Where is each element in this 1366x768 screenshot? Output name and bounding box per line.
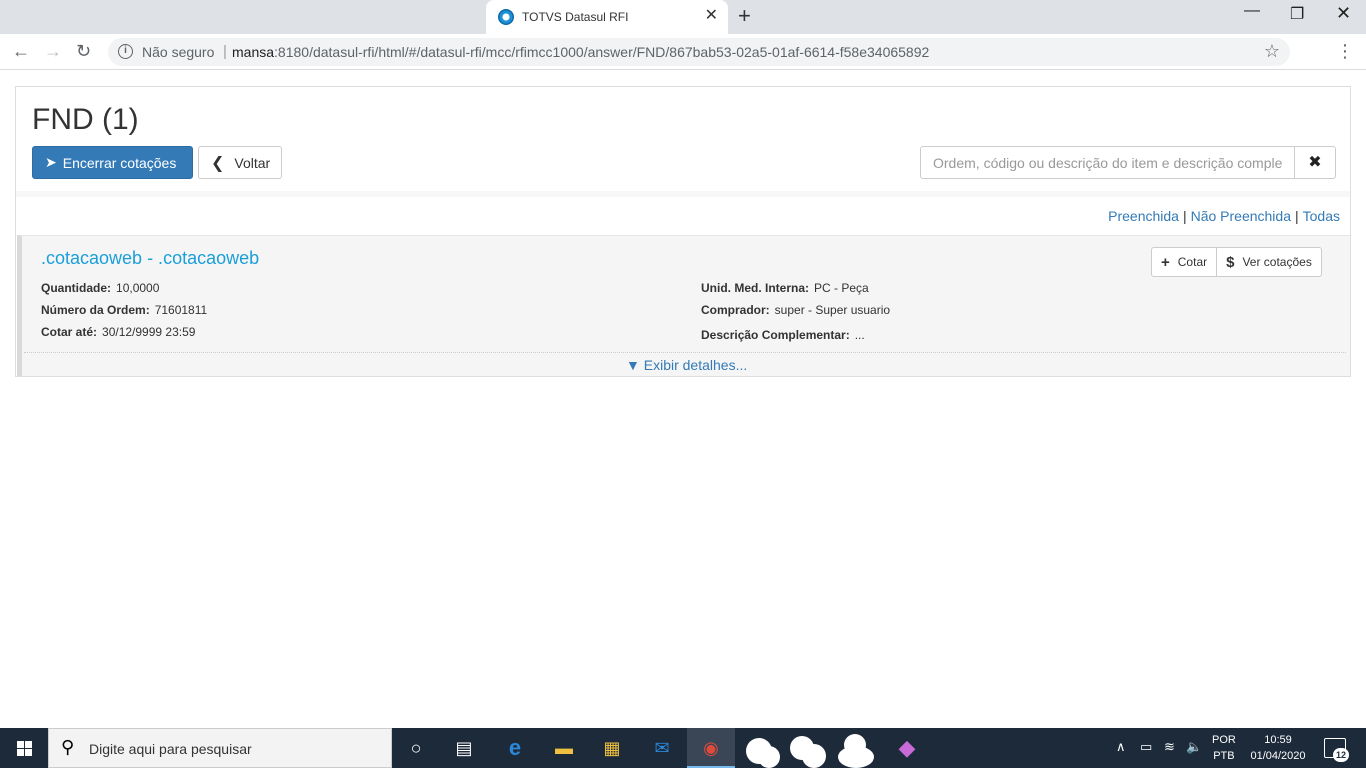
notification-count-badge: 12 <box>1333 748 1349 762</box>
bookmark-star-icon[interactable]: ☆ <box>1264 41 1280 62</box>
chevron-left-icon: ❮ <box>211 154 225 172</box>
quote-until-label: Cotar até: <box>41 325 98 339</box>
url-text[interactable]: mansa:8180/datasul-rfi/html/#/datasul-rf… <box>232 44 929 60</box>
quote-until-field: Cotar até: 30/12/9999 23:59 <box>41 325 195 339</box>
order-value: 71601811 <box>154 303 208 317</box>
buyer-value: super - Super usuario <box>774 303 891 317</box>
show-details-link[interactable]: ▼ Exibir detalhes... <box>626 357 747 373</box>
clock-date: 01/04/2020 <box>1250 750 1306 762</box>
clear-search-icon[interactable]: ✖ <box>1294 146 1336 179</box>
search-icon: ⚲ <box>61 737 75 757</box>
filter-links: Preenchida | Não Preenchida | Todas <box>1108 208 1340 224</box>
unit-value: PC - Peça <box>814 281 869 295</box>
search-input[interactable] <box>920 146 1295 179</box>
url-path: :8180/datasul-rfi/html/#/datasul-rfi/mcc… <box>274 44 930 60</box>
battery-icon[interactable]: ▭ <box>1140 739 1152 755</box>
buyer-field: Comprador: super - Super usuario <box>701 303 890 317</box>
view-quotes-button[interactable]: $ Ver cotações <box>1217 247 1322 277</box>
buyer-label: Comprador: <box>701 303 770 317</box>
task-view-icon[interactable]: ▤ <box>452 736 476 760</box>
tab-title: TOTVS Datasul RFI <box>522 10 629 24</box>
quote-button[interactable]: + Cotar <box>1151 247 1218 277</box>
close-quotes-label: Encerrar cotações <box>62 154 177 171</box>
description-field: Descrição Complementar:... <box>701 328 865 342</box>
item-actions: + Cotar $ Ver cotações <box>1151 247 1322 277</box>
quantity-value: 10,0000 <box>116 281 160 295</box>
tray-chevron-up-icon[interactable]: ∧ <box>1116 739 1126 755</box>
order-label: Número da Ordem: <box>41 303 150 317</box>
filter-filled-link[interactable]: Preenchida <box>1108 208 1179 224</box>
chrome-icon: ◉ <box>703 738 719 758</box>
filter-not-filled-link[interactable]: Não Preenchida <box>1191 208 1291 224</box>
keyboard-layout: PTB <box>1213 750 1235 762</box>
main-panel: FND (1) ➤ Encerrar cotações ❮ Voltar ✖ P… <box>15 86 1351 377</box>
edge-icon[interactable]: e <box>503 736 527 760</box>
close-window-icon[interactable]: ✕ <box>1336 3 1351 24</box>
security-label[interactable]: Não seguro <box>142 44 214 60</box>
taskbar: ⚲ Digite aqui para pesquisar ○ ▤ e ▬ ▦ ✉… <box>0 728 1366 768</box>
back-arrow-icon[interactable]: ← <box>12 40 30 62</box>
unit-label: Unid. Med. Interna: <box>701 281 809 295</box>
quantity-label: Quantidade: <box>41 281 112 295</box>
url-host: mansa <box>232 44 275 60</box>
paint-icon[interactable]: ◆ <box>895 736 919 760</box>
volume-icon[interactable]: 🔈 <box>1186 739 1202 755</box>
minimize-icon[interactable]: — <box>1244 2 1260 20</box>
language-indicator[interactable]: POR PTB <box>1212 732 1236 764</box>
app-cloud-icon[interactable] <box>790 732 828 768</box>
wifi-icon[interactable]: ≋ <box>1164 739 1175 755</box>
app-cloud-icon[interactable] <box>838 732 876 768</box>
info-icon[interactable]: i <box>118 44 133 59</box>
chrome-taskbar-button[interactable]: ◉ <box>687 728 735 768</box>
windows-start-icon[interactable] <box>0 728 48 768</box>
quote-label: Cotar <box>1177 255 1208 269</box>
back-button[interactable]: ❮ Voltar <box>198 146 282 179</box>
forward-arrow-icon[interactable]: → <box>44 40 62 62</box>
quote-until-value: 30/12/9999 23:59 <box>102 325 196 339</box>
quote-item: .cotacaoweb - .cotacaoweb + Cotar $ Ver … <box>17 235 1350 376</box>
header-divider <box>16 191 1350 197</box>
filter-all-link[interactable]: Todas <box>1303 208 1340 224</box>
back-label: Voltar <box>234 154 271 171</box>
browser-tab[interactable]: TOTVS Datasul RFI ✕ <box>486 0 728 34</box>
store-icon[interactable]: ▦ <box>600 736 624 760</box>
clock-time: 10:59 <box>1264 734 1292 746</box>
taskbar-search-box[interactable]: ⚲ Digite aqui para pesquisar <box>48 728 392 768</box>
cortana-icon[interactable]: ○ <box>404 736 428 760</box>
restore-icon[interactable]: ❐ <box>1290 4 1304 24</box>
browser-tab-bar: TOTVS Datasul RFI ✕ + — ❐ ✕ <box>0 0 1366 34</box>
tab-close-icon[interactable]: ✕ <box>705 7 718 25</box>
description-label: Descrição Complementar: <box>701 328 850 342</box>
close-quotes-button[interactable]: ➤ Encerrar cotações <box>32 146 193 179</box>
mail-icon[interactable]: ✉ <box>650 736 674 760</box>
taskbar-search-text: Digite aqui para pesquisar <box>89 741 252 757</box>
quantity-field: Quantidade: 10,0000 <box>41 281 159 295</box>
filter-separator: | <box>1295 208 1299 224</box>
language-code: POR <box>1212 734 1236 746</box>
view-quotes-label: Ver cotações <box>1242 255 1312 269</box>
item-title[interactable]: .cotacaoweb - .cotacaoweb <box>41 248 259 269</box>
site-favicon-icon <box>498 9 514 25</box>
item-divider <box>24 352 1346 353</box>
filter-separator: | <box>1182 208 1187 224</box>
plus-icon: + <box>1161 253 1170 271</box>
order-field: Número da Ordem: 71601811 <box>41 303 207 317</box>
new-tab-icon[interactable]: + <box>738 4 751 28</box>
reload-icon[interactable]: ↻ <box>76 40 91 62</box>
app-cloud-icon[interactable] <box>742 732 780 768</box>
browser-toolbar: ← → ↻ i Não seguro | mansa:8180/datasul-… <box>0 34 1366 70</box>
file-explorer-icon[interactable]: ▬ <box>552 736 576 760</box>
page-title: FND (1) <box>32 103 139 136</box>
dollar-icon: $ <box>1226 253 1235 271</box>
send-plane-icon: ➤ <box>45 154 57 170</box>
clock[interactable]: 10:59 01/04/2020 <box>1248 732 1308 764</box>
address-bar[interactable]: i Não seguro | mansa:8180/datasul-rfi/ht… <box>108 38 1290 66</box>
unit-field: Unid. Med. Interna: PC - Peça <box>701 281 869 295</box>
browser-menu-icon[interactable]: ⋮ <box>1336 42 1354 60</box>
url-separator: | <box>223 43 227 60</box>
description-value: ... <box>854 328 865 342</box>
